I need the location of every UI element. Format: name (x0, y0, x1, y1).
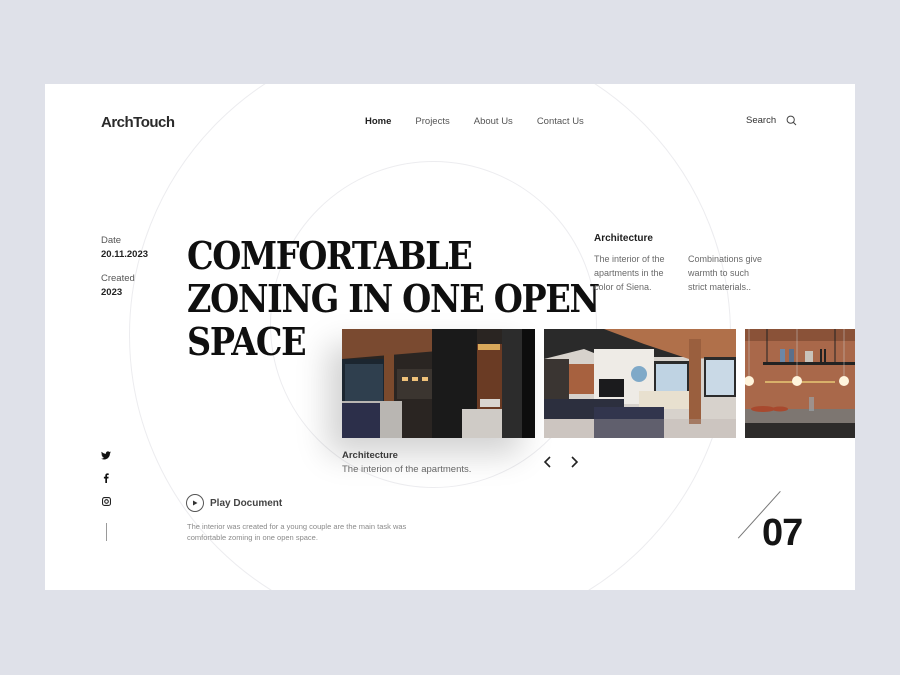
counter-value: 07 (762, 512, 803, 554)
gallery-controls (542, 454, 580, 470)
gallery-card-2[interactable] (544, 329, 736, 438)
social-divider (105, 523, 107, 541)
twitter-icon[interactable] (101, 450, 111, 460)
architecture-info: Architecture The interior of the apartme… (594, 233, 764, 294)
kitchen-photo (745, 329, 855, 438)
chevron-right-icon[interactable] (568, 454, 580, 470)
search-label: Search (746, 115, 777, 126)
date-value: 20.11.2023 (101, 249, 149, 260)
nav-projects[interactable]: Projects (415, 116, 449, 127)
facebook-icon[interactable] (101, 473, 111, 483)
created-label: Created (101, 273, 135, 284)
nav-home[interactable]: Home (365, 116, 391, 127)
nav-about-us[interactable]: About Us (474, 116, 513, 127)
logo[interactable]: ArchTouch (101, 114, 175, 131)
play-document-label: Play Document (210, 497, 283, 509)
architecture-text-2: Combinations give warmth to such strict … (688, 254, 763, 292)
project-meta: Date 20.11.2023 Created 2023 (101, 234, 148, 310)
created-value: 2023 (101, 287, 123, 298)
slide-counter: 07 (735, 489, 815, 554)
page-panel: ArchTouch Home Projects About Us Contact… (45, 84, 855, 590)
search-icon[interactable] (786, 115, 797, 126)
caption-title: Architecture (342, 450, 398, 461)
gallery-card-1[interactable] (342, 329, 535, 438)
nav-contact-us[interactable]: Contact Us (537, 116, 584, 127)
dark-interior-photo (342, 329, 535, 438)
play-document-button[interactable]: Play Document (186, 494, 282, 512)
main-nav: Home Projects About Us Contact Us (365, 116, 608, 127)
date-label: Date (101, 235, 122, 246)
instagram-icon[interactable] (101, 496, 111, 506)
architecture-text-1: The interior of the apartments in the co… (594, 254, 665, 292)
project-description: The interior was created for a young cou… (187, 522, 407, 542)
social-links (101, 450, 111, 541)
gallery-caption: Architecture The interion of the apartme… (342, 449, 471, 477)
gallery-card-3[interactable] (745, 329, 855, 438)
search-button[interactable]: Search (746, 115, 797, 126)
caption-subtitle: The interion of the apartments. (342, 464, 472, 475)
living-room-photo (544, 329, 736, 438)
architecture-title: Architecture (594, 233, 653, 244)
chevron-left-icon[interactable] (542, 454, 554, 470)
play-icon[interactable] (186, 494, 204, 512)
headline-line-2: ZONING IN ONE OPEN (187, 276, 600, 321)
headline-line-1: COMFORTABLE (187, 233, 473, 278)
